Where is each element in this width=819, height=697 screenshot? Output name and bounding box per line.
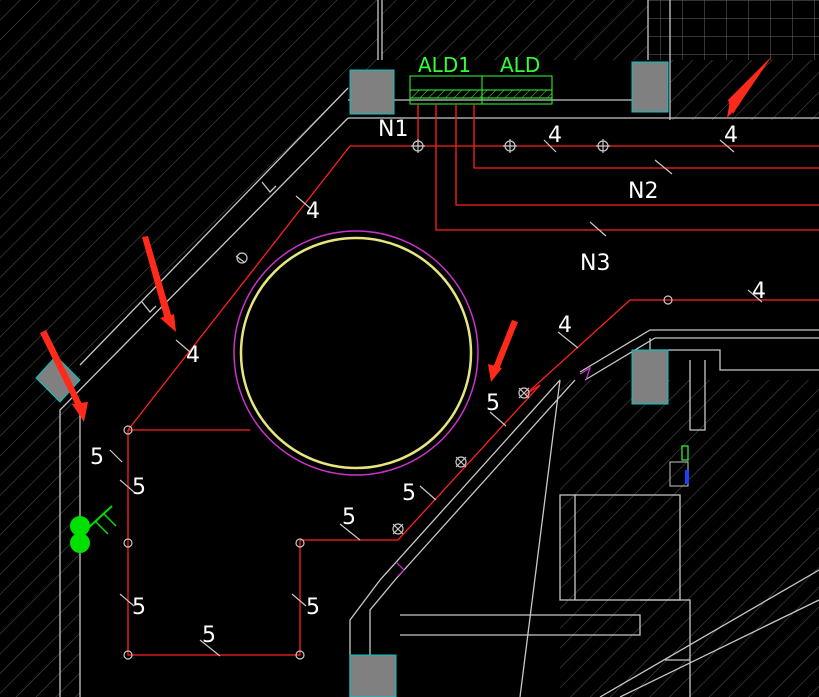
panel-label-ald: ALD	[500, 53, 540, 77]
wire-count-label: 5	[90, 445, 104, 470]
wire-count-label: 5	[202, 623, 216, 648]
column-right	[631, 349, 669, 405]
arrow-icon	[488, 320, 518, 382]
wire-count-label: 5	[342, 505, 356, 530]
panel-label-ald1: ALD1	[418, 53, 471, 77]
wire-count-label: 4	[548, 123, 562, 148]
wire-count-label: 5	[486, 391, 500, 416]
wire-count-label: 4	[306, 199, 320, 224]
cad-drawing: ALD1 ALD 4 4 4 4 4 4 5 5 5 5 5 5 5 5 N1 …	[0, 0, 819, 697]
wire-count-label: 5	[402, 481, 416, 506]
wire-count-label: 5	[132, 475, 146, 500]
wall-hatch	[0, 0, 819, 697]
wire-count-label: 5	[306, 595, 320, 620]
circle-outer	[233, 230, 479, 476]
column-top-left	[349, 69, 395, 115]
column-top-right	[631, 61, 669, 113]
wire-count-label: 4	[752, 279, 766, 304]
circuit-label-n3: N3	[580, 251, 610, 276]
wire-count-label: 5	[132, 595, 146, 620]
circuit-label-n2: N2	[628, 179, 658, 204]
circle-inner	[239, 236, 473, 470]
column-bottom	[349, 654, 397, 697]
circuit-label-n1: N1	[378, 117, 408, 142]
circular-column	[233, 230, 479, 476]
wire-count-label: 4	[186, 343, 200, 368]
wire-count-label: 4	[724, 123, 738, 148]
distribution-panels: ALD1 ALD	[409, 53, 553, 105]
